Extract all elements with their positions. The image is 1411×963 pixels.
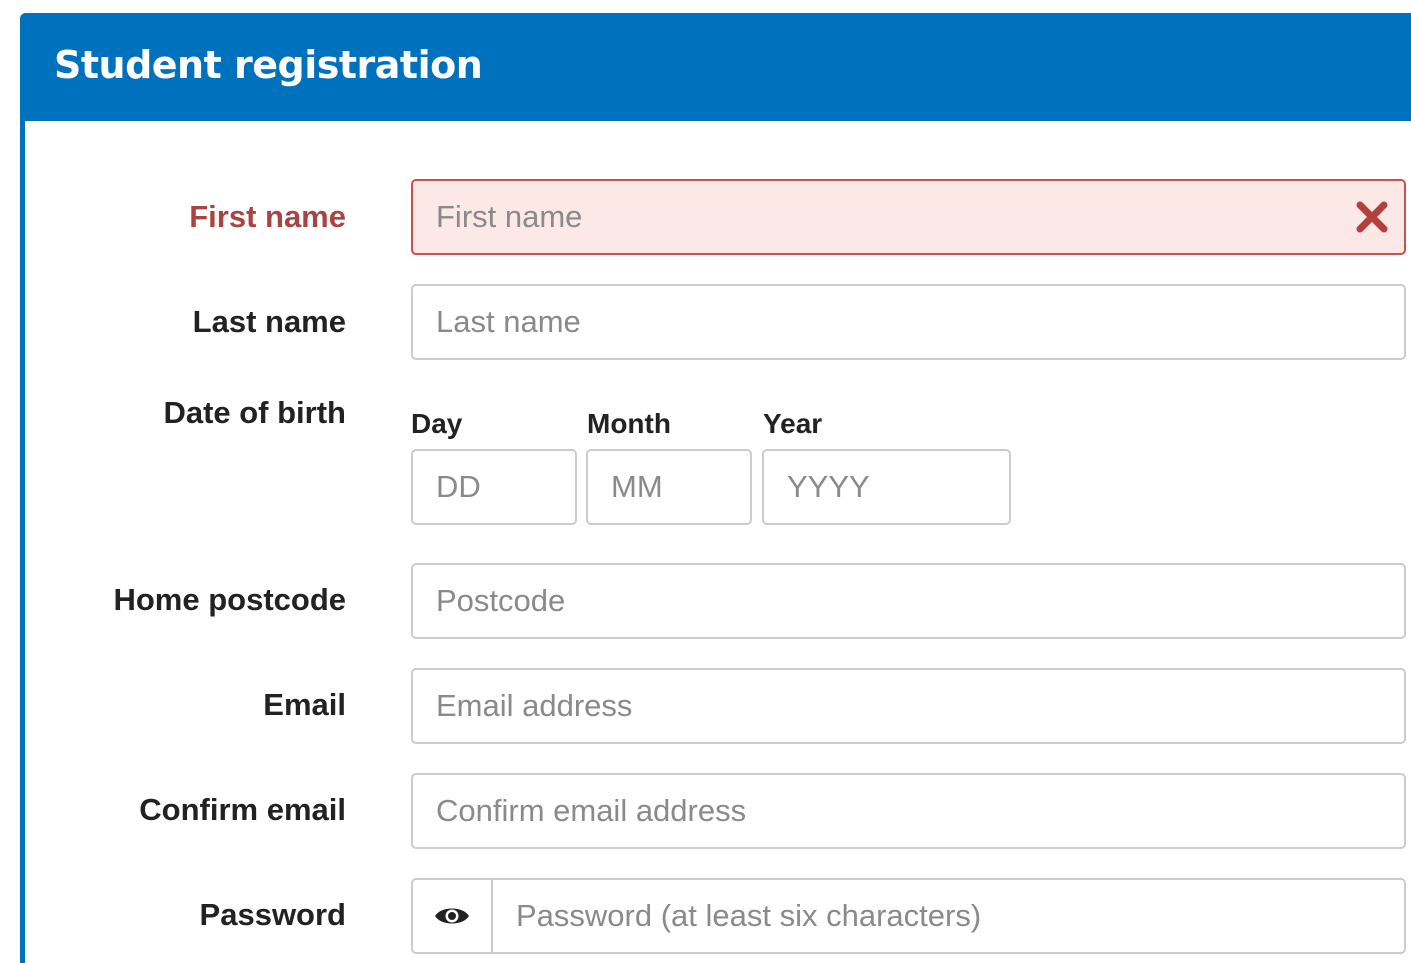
day-field-wrapper xyxy=(411,449,577,525)
panel-header: Student registration xyxy=(20,13,1411,121)
email-field-wrapper xyxy=(411,668,1406,744)
month-input[interactable] xyxy=(588,451,750,523)
year-label: Year xyxy=(763,408,823,439)
password-field-wrapper xyxy=(411,878,1406,954)
page-title: Student registration xyxy=(54,43,483,87)
email-label: Email xyxy=(263,687,346,722)
last-name-field-wrapper xyxy=(411,284,1406,360)
confirm-email-field-wrapper xyxy=(411,773,1406,849)
last-name-input[interactable] xyxy=(413,286,1404,358)
home-postcode-label: Home postcode xyxy=(113,582,346,617)
date-of-birth-label: Date of birth xyxy=(163,395,346,430)
month-label: Month xyxy=(587,408,671,439)
password-label: Password xyxy=(199,897,346,932)
month-field-wrapper xyxy=(586,449,752,525)
first-name-input[interactable] xyxy=(413,181,1404,253)
first-name-label: First name xyxy=(189,199,346,234)
error-x-icon xyxy=(1356,201,1388,233)
postcode-input[interactable] xyxy=(413,565,1404,637)
show-password-toggle[interactable] xyxy=(413,880,493,952)
password-input[interactable] xyxy=(493,880,1404,952)
day-label: Day xyxy=(411,408,463,439)
day-input[interactable] xyxy=(413,451,575,523)
confirm-email-label: Confirm email xyxy=(139,792,346,827)
confirm-email-input[interactable] xyxy=(413,775,1404,847)
year-input[interactable] xyxy=(764,451,1009,523)
postcode-field-wrapper xyxy=(411,563,1406,639)
eye-icon xyxy=(435,908,469,924)
year-field-wrapper xyxy=(762,449,1011,525)
email-input[interactable] xyxy=(413,670,1404,742)
first-name-field-wrapper xyxy=(411,179,1406,255)
last-name-label: Last name xyxy=(192,304,346,339)
registration-panel: Student registration First name Last nam… xyxy=(20,13,1411,963)
